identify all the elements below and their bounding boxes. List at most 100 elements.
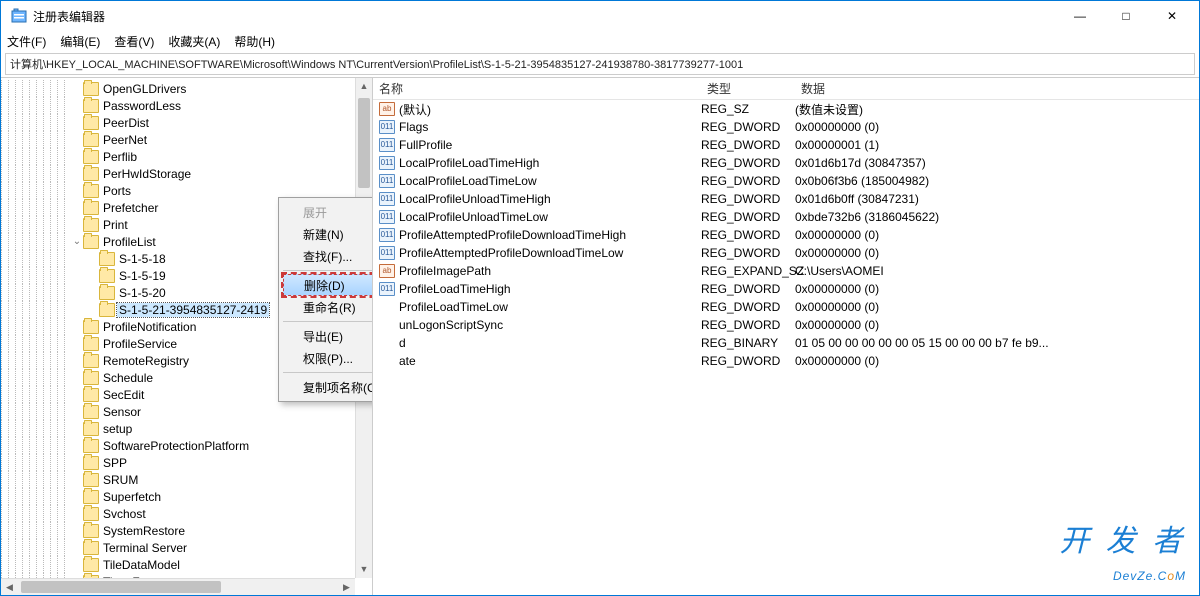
value-type: REG_DWORD xyxy=(701,246,795,260)
tree-node-svchost[interactable]: Svchost xyxy=(1,505,372,522)
menu-item-复制项名称c[interactable]: 复制项名称(C) xyxy=(281,376,373,398)
tree-pane: OpenGLDriversPasswordLessPeerDist PeerNet… xyxy=(1,78,373,595)
folder-icon xyxy=(83,167,99,181)
value-data: 01 05 00 00 00 00 00 05 15 00 00 00 b7 f… xyxy=(795,336,1199,350)
menu-item-删除d[interactable]: 删除(D) xyxy=(283,274,373,296)
content-area: OpenGLDriversPasswordLessPeerDist PeerNet… xyxy=(1,77,1199,595)
titlebar[interactable]: 注册表编辑器 — □ ✕ xyxy=(1,1,1199,31)
value-row[interactable]: 011dREG_BINARY01 05 00 00 00 00 00 05 15… xyxy=(373,334,1199,352)
tree-node-tiledatamodel[interactable]: TileDataModel xyxy=(1,556,372,573)
value-type: REG_DWORD xyxy=(701,282,795,296)
menu-help[interactable]: 帮助(H) xyxy=(234,33,275,50)
value-data: 0x00000000 (0) xyxy=(795,282,1199,296)
tree-node-label: PerHwIdStorage xyxy=(101,167,193,181)
values-list[interactable]: ab(默认)REG_SZ(数值未设置)011FlagsREG_DWORD0x00… xyxy=(373,100,1199,595)
tree-node-label: SecEdit xyxy=(101,388,146,402)
column-name[interactable]: 名称 xyxy=(373,80,701,97)
value-row[interactable]: 011ateREG_DWORD0x00000000 (0) xyxy=(373,352,1199,370)
value-row[interactable]: 011ProfileAttemptedProfileDownloadTimeLo… xyxy=(373,244,1199,262)
folder-icon xyxy=(83,150,99,164)
value-row[interactable]: 011FullProfileREG_DWORD0x00000001 (1) xyxy=(373,136,1199,154)
scroll-thumb[interactable] xyxy=(21,581,221,593)
menu-item-重命名r[interactable]: 重命名(R) xyxy=(281,296,373,318)
menu-item-查找f[interactable]: 查找(F)... xyxy=(281,245,373,267)
scroll-down-arrow-icon[interactable]: ▼ xyxy=(356,561,372,578)
tree-node-srum[interactable]: SRUM xyxy=(1,471,372,488)
tree-node-label: SystemRestore xyxy=(101,524,187,538)
tree-node-softwareprotectionplatform[interactable]: SoftwareProtectionPlatform xyxy=(1,437,372,454)
tree-node-perhwidstorage[interactable]: PerHwIdStorage xyxy=(1,165,372,182)
menu-item-新建n[interactable]: 新建(N)▶ xyxy=(281,223,373,245)
tree-node-label: OpenGLDrivers xyxy=(101,82,188,96)
chevron-down-icon[interactable]: ⌄ xyxy=(71,236,83,247)
tree-node-label: S-1-5-18 xyxy=(117,252,168,266)
tree-node-opengldrivers[interactable]: OpenGLDrivers xyxy=(1,80,372,97)
folder-icon xyxy=(99,269,115,283)
value-row[interactable]: 011LocalProfileLoadTimeHighREG_DWORD0x01… xyxy=(373,154,1199,172)
maximize-button[interactable]: □ xyxy=(1103,1,1149,31)
tree-node-systemrestore[interactable]: SystemRestore xyxy=(1,522,372,539)
value-name: d xyxy=(399,336,701,350)
menu-file[interactable]: 文件(F) xyxy=(7,33,46,50)
column-data[interactable]: 数据 xyxy=(795,80,1199,97)
values-header[interactable]: 名称 类型 数据 xyxy=(373,78,1199,100)
value-type: REG_DWORD xyxy=(701,156,795,170)
value-type: REG_DWORD xyxy=(701,138,795,152)
value-name: ProfileImagePath xyxy=(399,264,701,278)
tree-node-peernet[interactable]: PeerNet xyxy=(1,131,372,148)
minimize-button[interactable]: — xyxy=(1057,1,1103,31)
address-bar[interactable]: 计算机\HKEY_LOCAL_MACHINE\SOFTWARE\Microsof… xyxy=(5,53,1195,75)
folder-icon xyxy=(83,116,99,130)
value-row[interactable]: 011unLogonScriptSyncREG_DWORD0x00000000 … xyxy=(373,316,1199,334)
value-data: C:\Users\AOMEI xyxy=(795,264,1199,278)
value-row[interactable]: 011ProfileAttemptedProfileDownloadTimeHi… xyxy=(373,226,1199,244)
scroll-left-arrow-icon[interactable]: ◀ xyxy=(1,579,18,595)
value-row[interactable]: 011LocalProfileUnloadTimeLowREG_DWORD0xb… xyxy=(373,208,1199,226)
tree-node-sensor[interactable]: Sensor xyxy=(1,403,372,420)
tree-node-label: PeerNet xyxy=(101,133,149,147)
menu-edit[interactable]: 编辑(E) xyxy=(60,33,100,50)
scroll-up-arrow-icon[interactable]: ▲ xyxy=(356,78,372,95)
menu-item-导出e[interactable]: 导出(E) xyxy=(281,325,373,347)
tree-node-superfetch[interactable]: Superfetch xyxy=(1,488,372,505)
value-row[interactable]: ab(默认)REG_SZ(数值未设置) xyxy=(373,100,1199,118)
tree-node-perflib[interactable]: Perflib xyxy=(1,148,372,165)
string-value-icon: ab xyxy=(379,264,395,278)
menu-view[interactable]: 查看(V) xyxy=(114,33,154,50)
value-row[interactable]: abProfileImagePathREG_EXPAND_SZC:\Users\… xyxy=(373,262,1199,280)
menu-favorites[interactable]: 收藏夹(A) xyxy=(168,33,220,50)
value-name: ProfileAttemptedProfileDownloadTimeLow xyxy=(399,246,701,260)
folder-icon xyxy=(83,354,99,368)
menu-item-权限p[interactable]: 权限(P)... xyxy=(281,347,373,369)
tree-node-label: S-1-5-20 xyxy=(117,286,168,300)
binary-value-icon: 011 xyxy=(379,138,395,152)
values-pane: 名称 类型 数据 ab(默认)REG_SZ(数值未设置)011FlagsREG_… xyxy=(373,78,1199,595)
value-data: 0x00000000 (0) xyxy=(795,354,1199,368)
binary-value-icon: 011 xyxy=(379,192,395,206)
value-row[interactable]: 011LocalProfileUnloadTimeHighREG_DWORD0x… xyxy=(373,190,1199,208)
tree-node-label: Print xyxy=(101,218,130,232)
tree-node-passwordless[interactable]: PasswordLess xyxy=(1,97,372,114)
value-type: REG_DWORD xyxy=(701,300,795,314)
close-button[interactable]: ✕ xyxy=(1149,1,1195,31)
value-name: ProfileAttemptedProfileDownloadTimeHigh xyxy=(399,228,701,242)
scroll-thumb[interactable] xyxy=(358,98,370,188)
value-row[interactable]: 011FlagsREG_DWORD0x00000000 (0) xyxy=(373,118,1199,136)
value-name: LocalProfileUnloadTimeLow xyxy=(399,210,701,224)
value-row[interactable]: 011ProfileLoadTimeLowREG_DWORD0x00000000… xyxy=(373,298,1199,316)
tree-node-label: Perflib xyxy=(101,150,139,164)
tree-node-terminal-server[interactable]: Terminal Server xyxy=(1,539,372,556)
tree-node-label: Svchost xyxy=(101,507,148,521)
column-type[interactable]: 类型 xyxy=(701,80,795,97)
tree-node-spp[interactable]: SPP xyxy=(1,454,372,471)
tree-scrollbar-horizontal[interactable]: ◀ ▶ xyxy=(1,578,355,595)
value-type: REG_DWORD xyxy=(701,174,795,188)
scroll-right-arrow-icon[interactable]: ▶ xyxy=(338,579,355,595)
tree-node-peerdist[interactable]: PeerDist xyxy=(1,114,372,131)
tree-node-setup[interactable]: setup xyxy=(1,420,372,437)
folder-icon xyxy=(83,99,99,113)
value-row[interactable]: 011ProfileLoadTimeHighREG_DWORD0x0000000… xyxy=(373,280,1199,298)
value-row[interactable]: 011LocalProfileLoadTimeLowREG_DWORD0x0b0… xyxy=(373,172,1199,190)
folder-icon xyxy=(83,507,99,521)
value-data: 0x0b06f3b6 (185004982) xyxy=(795,174,1199,188)
